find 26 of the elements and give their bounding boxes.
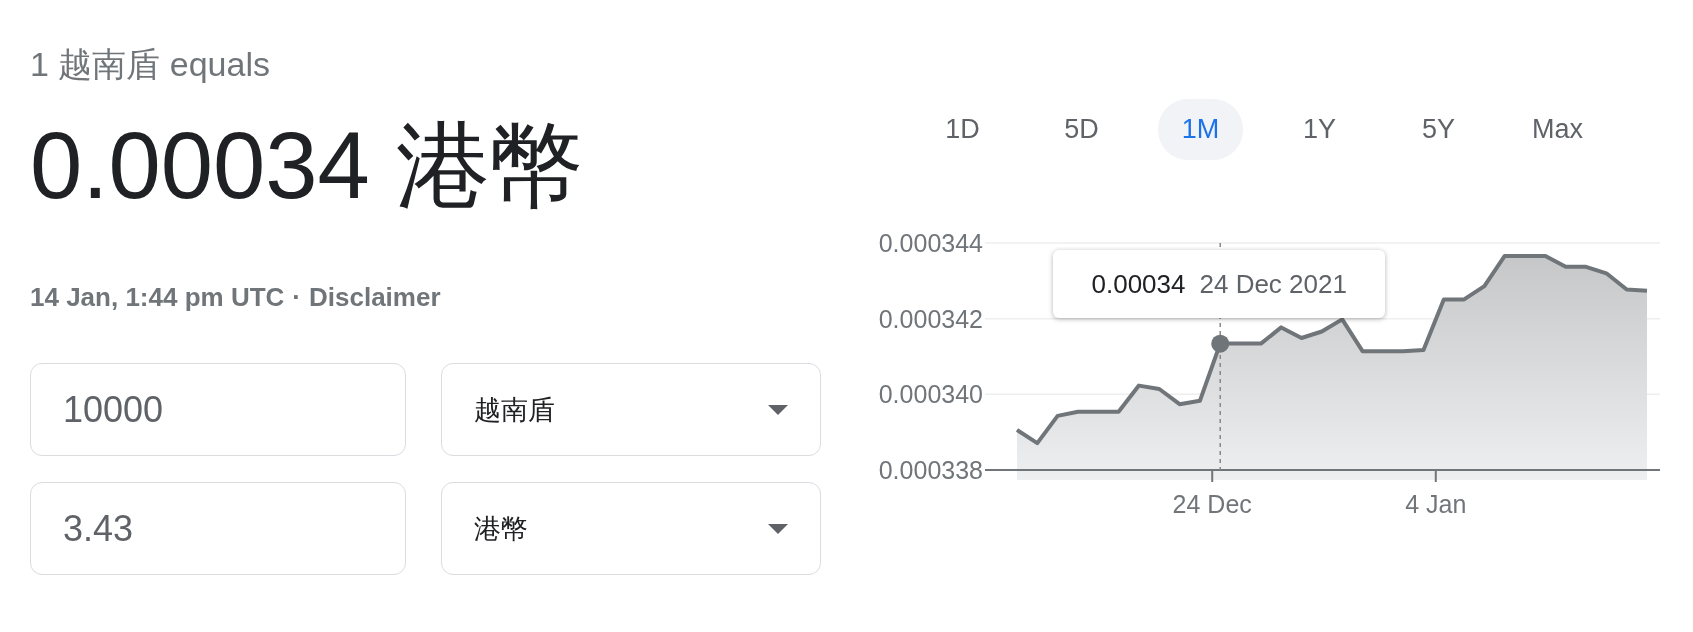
range-tab[interactable]: 1D <box>920 99 1005 160</box>
y-axis-label: 0.000338 <box>878 456 983 484</box>
data-point-marker <box>1211 334 1230 353</box>
conversion-label: 1 越南盾 equals <box>30 44 271 85</box>
amount-field[interactable]: 3.43 <box>30 482 406 576</box>
range-tab[interactable]: 1Y <box>1277 99 1362 160</box>
tooltip-value: 0.00034 <box>1091 268 1186 300</box>
y-axis-label: 0.000340 <box>878 380 983 409</box>
range-tab[interactable]: 5D <box>1039 99 1124 160</box>
disclaimer-link[interactable]: Disclaimer <box>309 282 441 313</box>
x-axis-label: 24 Dec <box>1172 490 1252 518</box>
tooltip-date: 24 Dec 2021 <box>1199 268 1347 300</box>
conversion-result: 0.00034 港幣 <box>30 114 585 218</box>
amount-field[interactable]: 10000 <box>30 363 406 457</box>
currency-dropdown[interactable]: 越南盾 <box>441 363 821 457</box>
separator-dot: · <box>292 282 301 313</box>
currency-dropdown[interactable]: 港幣 <box>441 482 821 576</box>
caret-icon <box>768 404 788 415</box>
y-axis-label: 0.000344 <box>878 229 983 257</box>
range-tab[interactable]: 1M <box>1158 99 1243 160</box>
range-tab[interactable]: Max <box>1515 99 1600 160</box>
x-axis-label: 4 Jan <box>1405 490 1467 518</box>
y-axis-label: 0.000342 <box>878 304 983 333</box>
timestamp: 14 Jan, 1:44 pm UTC <box>30 282 285 313</box>
range-tab[interactable]: 5Y <box>1396 99 1481 160</box>
caret-icon <box>768 523 788 534</box>
